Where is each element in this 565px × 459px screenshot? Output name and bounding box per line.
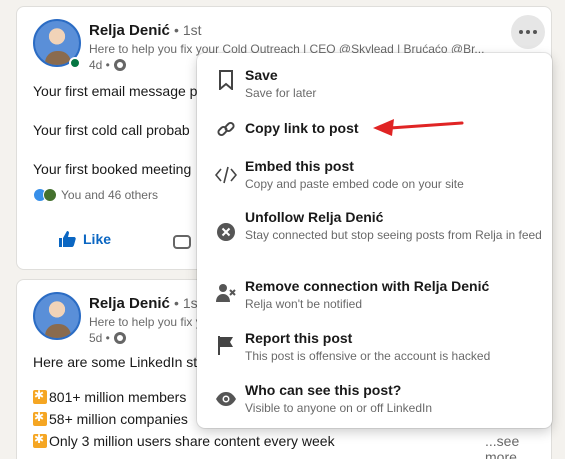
dot-icon — [519, 30, 523, 34]
author-name-text[interactable]: Relja Denić — [89, 22, 170, 39]
menu-item-title: Embed this post — [245, 158, 354, 174]
menu-item-remove-connection[interactable]: Remove connection with Relja Denić Relja… — [197, 278, 552, 318]
globe-icon — [113, 59, 126, 71]
online-status-indicator — [69, 57, 81, 69]
post-text-line: Your first cold call probab — [33, 122, 190, 138]
stat-text: Only 3 million users share content every… — [49, 433, 335, 449]
stat-text: 801+ million members — [49, 389, 187, 405]
post-options-menu: Save Save for later Copy link to post Em… — [197, 53, 552, 428]
dot-icon — [533, 30, 537, 34]
more-options-button[interactable] — [511, 15, 545, 49]
post-meta: 5d • — [89, 331, 126, 345]
bookmark-icon — [215, 69, 237, 91]
celebrate-reaction-icon — [43, 188, 57, 202]
menu-item-subtitle: This post is offensive or the account is… — [245, 349, 491, 363]
post-text-line: Only 3 million users share content every… — [33, 432, 335, 449]
comment-icon[interactable] — [173, 235, 191, 249]
reactions-count[interactable]: You and 46 others — [61, 188, 158, 202]
post-age: 5d • — [89, 331, 110, 345]
dot-icon — [526, 30, 530, 34]
author-name[interactable]: Relja Denić • 1st — [89, 22, 202, 39]
globe-icon — [113, 332, 126, 344]
author-name-text[interactable]: Relja Denić — [89, 295, 170, 312]
post-text-line: Here are some LinkedIn st — [33, 354, 198, 370]
menu-item-save[interactable]: Save Save for later — [197, 67, 552, 107]
remove-person-icon — [215, 282, 237, 304]
menu-item-title: Copy link to post — [245, 120, 359, 136]
connection-degree: • 1st — [174, 22, 202, 38]
menu-item-title: Unfollow Relja Denić — [245, 209, 384, 225]
post-meta: 4d • — [89, 58, 126, 72]
menu-item-subtitle: Stay connected but stop seeing posts fro… — [245, 228, 542, 242]
flag-icon — [215, 334, 237, 356]
menu-item-visibility[interactable]: Who can see this post? Visible to anyone… — [197, 382, 552, 422]
eye-icon — [215, 388, 237, 410]
menu-item-embed[interactable]: Embed this post Copy and paste embed cod… — [197, 158, 552, 198]
post-text-line: Your first booked meeting — [33, 161, 192, 177]
stat-text: 58+ million companies — [49, 411, 188, 427]
close-circle-icon — [215, 221, 237, 243]
author-name[interactable]: Relja Denić • 1st — [89, 295, 202, 312]
like-button[interactable]: Like — [57, 229, 111, 249]
annotation-arrow-icon — [373, 119, 464, 136]
sparkle-emoji-icon — [33, 410, 47, 426]
menu-item-subtitle: Copy and paste embed code on your site — [245, 177, 464, 191]
post-text-line: 58+ million companies — [33, 410, 188, 427]
menu-item-title: Report this post — [245, 330, 353, 346]
menu-item-title: Who can see this post? — [245, 382, 402, 398]
sparkle-emoji-icon — [33, 432, 47, 448]
code-icon — [215, 164, 237, 186]
post-age: 4d • — [89, 58, 110, 72]
menu-item-unfollow[interactable]: Unfollow Relja Denić Stay connected but … — [197, 209, 552, 265]
reactions-summary[interactable]: You and 46 others — [33, 188, 158, 202]
link-icon — [215, 118, 237, 140]
menu-item-title: Save — [245, 67, 278, 83]
menu-item-report[interactable]: Report this post This post is offensive … — [197, 330, 552, 370]
menu-item-title: Remove connection with Relja Denić — [245, 278, 490, 294]
menu-item-subtitle: Save for later — [245, 86, 317, 100]
menu-item-subtitle: Relja won't be notified — [245, 297, 363, 311]
sparkle-emoji-icon — [33, 388, 47, 404]
author-avatar[interactable] — [33, 292, 81, 340]
menu-item-subtitle: Visible to anyone on or off LinkedIn — [245, 401, 433, 415]
post-text-line: 801+ million members — [33, 388, 187, 405]
like-label: Like — [83, 231, 112, 247]
post-text-line: Your first email message p — [33, 83, 198, 99]
thumbs-up-icon — [59, 231, 76, 247]
see-more-link[interactable]: ...see more — [485, 433, 551, 459]
